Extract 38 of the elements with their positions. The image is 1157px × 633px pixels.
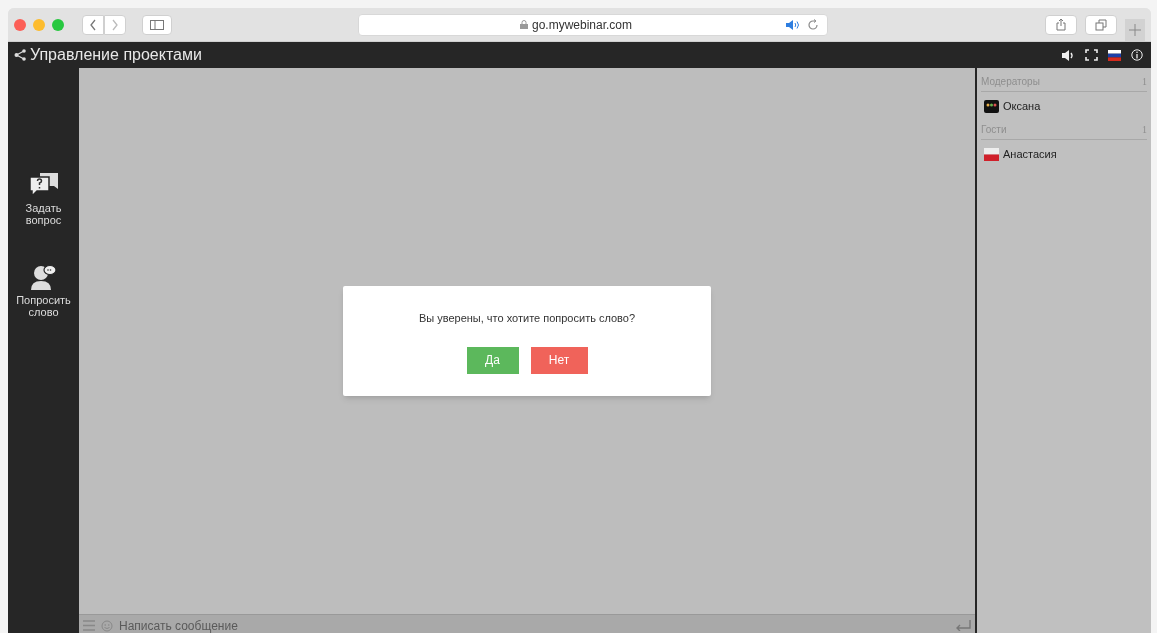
- avatar-icon: [984, 99, 999, 113]
- new-tab-button[interactable]: [1125, 18, 1145, 41]
- message-field[interactable]: Написать сообщение: [79, 614, 975, 633]
- forward-button[interactable]: [104, 14, 126, 35]
- url-text: go.mywebinar.com: [531, 16, 632, 34]
- tabs-button[interactable]: [1085, 14, 1117, 35]
- enter-icon[interactable]: [955, 620, 971, 631]
- share-icon: [1056, 18, 1066, 31]
- info-icon[interactable]: [1131, 49, 1143, 61]
- back-button[interactable]: [82, 14, 104, 35]
- reload-icon[interactable]: [807, 18, 819, 31]
- sidebar-button[interactable]: Задать вопрос: [13, 172, 74, 226]
- flag-icon: [984, 147, 999, 161]
- plus-icon: [1129, 23, 1141, 36]
- participant-item[interactable]: Анастасия: [981, 140, 1147, 168]
- smiley-icon[interactable]: [101, 619, 113, 632]
- person-speech-icon: [29, 262, 58, 290]
- minimize-window-icon[interactable]: [33, 18, 45, 31]
- chevron-right-icon: [111, 18, 119, 31]
- close-window-icon[interactable]: [14, 18, 26, 31]
- maximize-window-icon[interactable]: [52, 18, 64, 31]
- share-icon: [14, 49, 26, 61]
- sidebar-icon: [150, 19, 164, 30]
- menu-icon[interactable]: [83, 620, 95, 631]
- sidebar-button[interactable]: Попросить слово: [13, 262, 74, 318]
- share-button[interactable]: [1045, 14, 1077, 35]
- dialog-message: Вы уверены, что хотите попросить слово?: [418, 311, 636, 326]
- chevron-left-icon: [89, 18, 97, 31]
- fullscreen-icon[interactable]: [1085, 49, 1098, 61]
- message-input[interactable]: Написать сообщение: [119, 616, 949, 633]
- app-title: Управление проектами: [30, 45, 202, 65]
- participant-item[interactable]: Оксана: [981, 92, 1147, 120]
- tabs-icon: [1095, 18, 1107, 31]
- russian-flag-icon[interactable]: [1108, 49, 1121, 61]
- lock-icon: [519, 20, 528, 29]
- address-bar[interactable]: go.mywebinar.com: [358, 13, 828, 36]
- sidebar-toggle-button[interactable]: [142, 14, 172, 35]
- speaker-icon[interactable]: [1062, 49, 1075, 61]
